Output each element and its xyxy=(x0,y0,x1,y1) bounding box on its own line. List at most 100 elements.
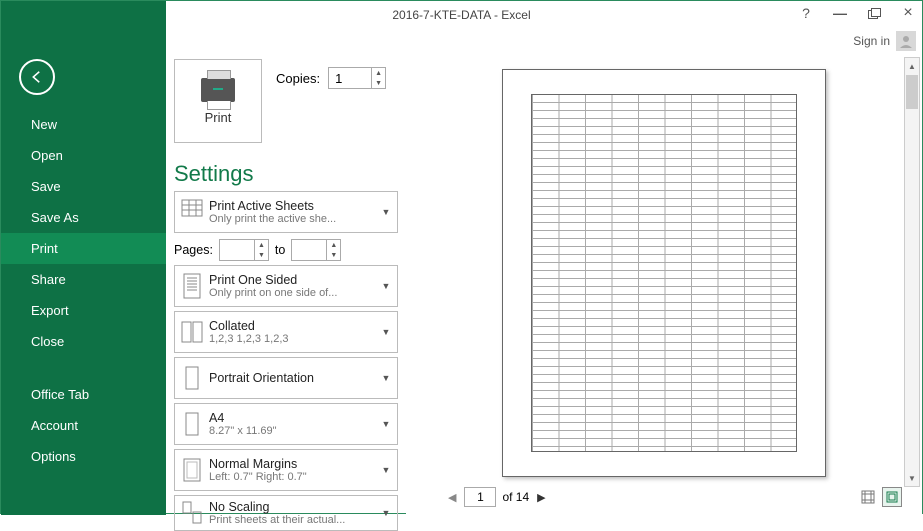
sidebar-item-saveas[interactable]: Save As xyxy=(1,202,166,233)
zoom-controls xyxy=(858,487,902,507)
opt-sub: Only print on one side of... xyxy=(209,287,375,299)
margins-icon xyxy=(175,457,209,483)
opt-title: Normal Margins xyxy=(209,457,375,471)
paper-size-dropdown[interactable]: A48.27" x 11.69" ▼ xyxy=(174,403,398,445)
scroll-up-icon[interactable]: ▲ xyxy=(905,58,919,74)
pages-label: Pages: xyxy=(174,243,213,257)
show-margins-button[interactable] xyxy=(858,487,878,507)
sidebar-item-label: Export xyxy=(31,303,69,318)
sidebar-item-save[interactable]: Save xyxy=(1,171,166,202)
sidebar-item-label: Save xyxy=(31,179,61,194)
pages-from-spinner[interactable]: ▲▼ xyxy=(219,239,269,261)
margins-dropdown[interactable]: Normal MarginsLeft: 0.7" Right: 0.7" ▼ xyxy=(174,449,398,491)
next-page-button[interactable]: ▶ xyxy=(535,491,547,504)
collate-dropdown[interactable]: Collated1,2,3 1,2,3 1,2,3 ▼ xyxy=(174,311,398,353)
sidebar-item-close[interactable]: Close xyxy=(1,326,166,357)
sidebar-item-label: Open xyxy=(31,148,63,163)
opt-title: No Scaling xyxy=(209,500,375,514)
pages-from-input[interactable] xyxy=(220,240,254,260)
help-button[interactable]: ? xyxy=(796,3,816,23)
chevron-down-icon: ▼ xyxy=(375,419,397,429)
collate-icon xyxy=(175,319,209,345)
pages-to-down[interactable]: ▼ xyxy=(327,250,340,260)
orientation-dropdown[interactable]: Portrait Orientation ▼ xyxy=(174,357,398,399)
signin-green-strip xyxy=(1,29,166,53)
copies-row: Copies: ▲▼ xyxy=(276,67,386,89)
opt-title: A4 xyxy=(209,411,375,425)
print-button-label: Print xyxy=(205,110,232,125)
opt-title: Collated xyxy=(209,319,375,333)
preview-page xyxy=(502,69,826,477)
content-area: Print Copies: ▲▼ Settings Print Active S… xyxy=(166,53,922,515)
window-controls: ? — × xyxy=(796,3,918,23)
portrait-icon xyxy=(175,365,209,391)
sidebar-item-new[interactable]: New xyxy=(1,109,166,140)
restore-button[interactable] xyxy=(864,3,884,23)
sidebar-item-label: Options xyxy=(31,449,76,464)
scroll-down-icon[interactable]: ▼ xyxy=(905,470,919,486)
sidebar-item-label: Save As xyxy=(31,210,79,225)
total-pages-label: of 14 xyxy=(502,490,529,504)
copies-input[interactable] xyxy=(329,68,371,88)
sidebar-item-share[interactable]: Share xyxy=(1,264,166,295)
pages-to-label: to xyxy=(275,243,285,257)
zoom-to-page-button[interactable] xyxy=(882,487,902,507)
copies-down[interactable]: ▼ xyxy=(372,78,385,88)
opt-sub: 8.27" x 11.69" xyxy=(209,425,375,437)
sheets-icon xyxy=(175,199,209,225)
sidebar-item-label: New xyxy=(31,117,57,132)
print-what-dropdown[interactable]: Print Active SheetsOnly print the active… xyxy=(174,191,398,233)
pages-to-spinner[interactable]: ▲▼ xyxy=(291,239,341,261)
preview-footer: ◀ of 14 ▶ xyxy=(446,485,902,509)
avatar[interactable] xyxy=(896,31,916,51)
sidebar-item-print[interactable]: Print xyxy=(1,233,166,264)
copies-spinner[interactable]: ▲▼ xyxy=(328,67,386,89)
opt-sub: Left: 0.7" Right: 0.7" xyxy=(209,471,375,483)
settings-heading: Settings xyxy=(174,161,398,187)
page-nav: ◀ of 14 ▶ xyxy=(446,487,548,507)
opt-title: Print Active Sheets xyxy=(209,199,375,213)
prev-page-button[interactable]: ◀ xyxy=(446,491,458,504)
pages-from-down[interactable]: ▼ xyxy=(255,250,268,260)
sidebar-item-label: Share xyxy=(31,272,66,287)
print-button[interactable]: Print xyxy=(174,59,262,143)
sidebar-item-export[interactable]: Export xyxy=(1,295,166,326)
scaling-icon xyxy=(175,500,209,526)
titlebar-green-strip xyxy=(1,1,166,29)
preview-grid xyxy=(531,94,797,452)
titlebar: 2016-7-KTE-DATA - Excel ? — × xyxy=(1,1,922,29)
sidebar-item-label: Close xyxy=(31,334,64,349)
pages-from-up[interactable]: ▲ xyxy=(255,240,268,250)
opt-sub: 1,2,3 1,2,3 1,2,3 xyxy=(209,333,375,345)
chevron-down-icon: ▼ xyxy=(375,327,397,337)
sides-dropdown[interactable]: Print One SidedOnly print on one side of… xyxy=(174,265,398,307)
sidebar-item-account[interactable]: Account xyxy=(1,410,166,441)
scaling-dropdown[interactable]: No ScalingPrint sheets at their actual..… xyxy=(174,495,398,531)
signin-link[interactable]: Sign in xyxy=(853,34,890,48)
pages-to-input[interactable] xyxy=(292,240,326,260)
chevron-down-icon: ▼ xyxy=(375,207,397,217)
sidebar-item-options[interactable]: Options xyxy=(1,441,166,472)
sidebar-item-label: Account xyxy=(31,418,78,433)
chevron-down-icon: ▼ xyxy=(375,465,397,475)
scroll-thumb[interactable] xyxy=(906,75,918,109)
pages-to-up[interactable]: ▲ xyxy=(327,240,340,250)
current-page-input[interactable] xyxy=(464,487,496,507)
printer-icon xyxy=(201,78,235,102)
chevron-down-icon: ▼ xyxy=(375,373,397,383)
opt-sub: Print sheets at their actual... xyxy=(209,514,375,526)
minimize-button[interactable]: — xyxy=(830,3,850,23)
print-settings-column: Print Copies: ▲▼ Settings Print Active S… xyxy=(166,53,406,515)
sidebar-item-officetab[interactable]: Office Tab xyxy=(1,379,166,410)
sidebar-item-open[interactable]: Open xyxy=(1,140,166,171)
copies-up[interactable]: ▲ xyxy=(372,68,385,78)
close-button[interactable]: × xyxy=(898,3,918,23)
opt-title: Print One Sided xyxy=(209,273,375,287)
pages-row: Pages: ▲▼ to ▲▼ xyxy=(174,239,398,261)
page-icon xyxy=(175,273,209,299)
chevron-down-icon: ▼ xyxy=(375,281,397,291)
chevron-down-icon: ▼ xyxy=(375,508,397,518)
print-preview: ▲ ▼ xyxy=(406,53,922,515)
preview-scrollbar[interactable]: ▲ ▼ xyxy=(904,57,920,487)
back-button[interactable] xyxy=(19,59,55,95)
